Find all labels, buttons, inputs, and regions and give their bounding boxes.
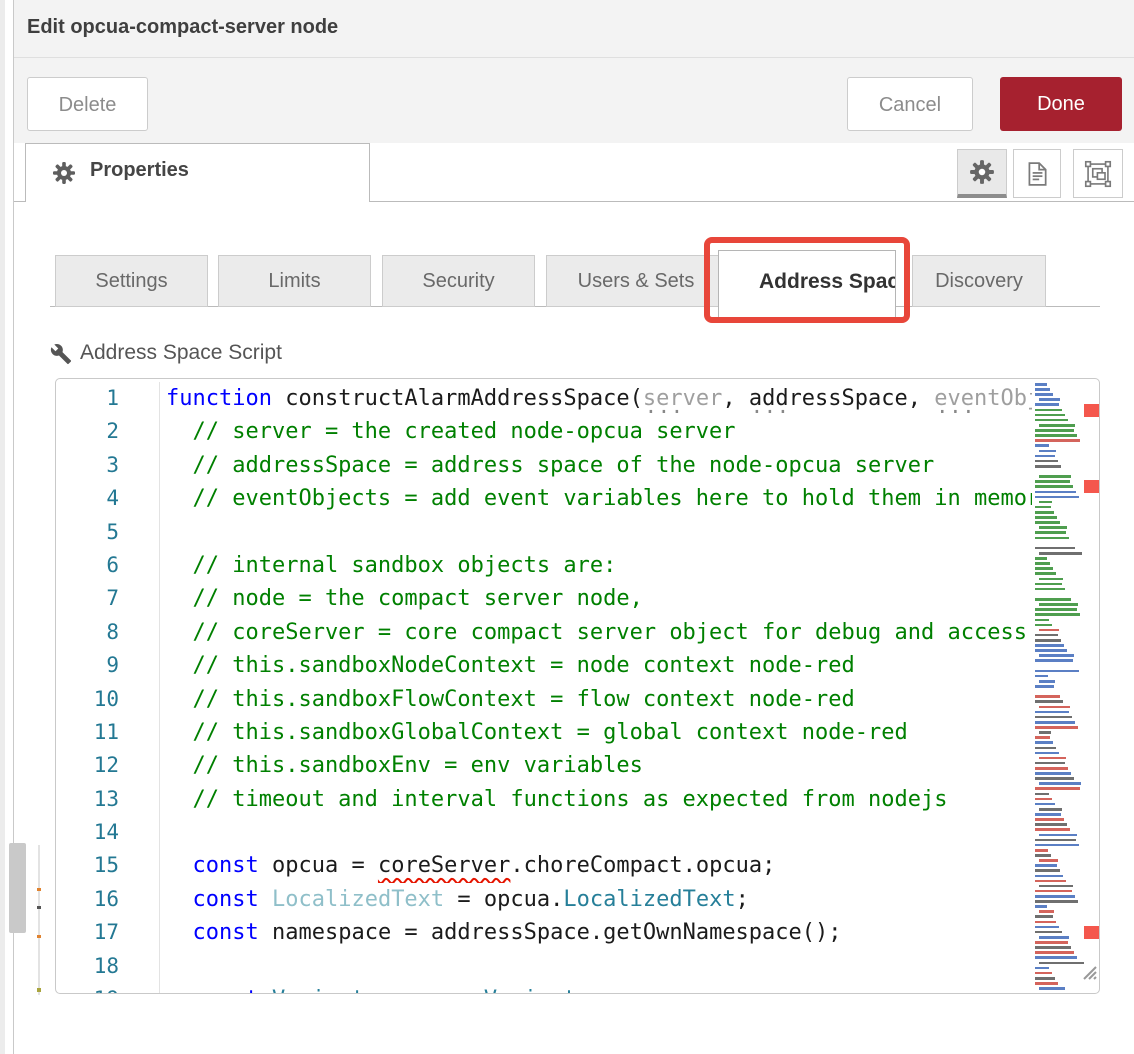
tab-discovery[interactable]: Discovery <box>912 255 1046 307</box>
appearance-icon-button[interactable] <box>1073 149 1123 198</box>
code-line[interactable]: 4 // eventObjects = add event variables … <box>56 482 1100 515</box>
code-line[interactable]: 7 // node = the compact server node, <box>56 582 1100 615</box>
code-line[interactable]: 8 // coreServer = core compact server ob… <box>56 616 1100 649</box>
cancel-button[interactable]: Cancel <box>847 77 973 131</box>
tray-scrollbar-thumb[interactable] <box>9 843 26 933</box>
delete-button[interactable]: Delete <box>27 77 148 131</box>
section-title: Address Space Script <box>80 341 282 365</box>
content-bottom-space <box>14 995 1134 1054</box>
done-button[interactable]: Done <box>1000 77 1122 131</box>
code-line[interactable]: 5 <box>56 516 1100 549</box>
minimap[interactable] <box>1033 381 1079 991</box>
code-line[interactable]: 10 // this.sandboxFlowContext = flow con… <box>56 683 1100 716</box>
code-line[interactable]: 12 // this.sandboxEnv = env variables <box>56 749 1100 782</box>
properties-icon-button[interactable] <box>957 149 1007 198</box>
code-line[interactable]: 11 // this.sandboxGlobalContext = global… <box>56 716 1100 749</box>
document-icon <box>1024 161 1050 187</box>
code-line[interactable]: 19 const Variant = opcua.Variant; <box>56 983 1100 994</box>
error-marker <box>1084 480 1099 493</box>
code-editor[interactable]: 1function constructAlarmAddressSpace(ser… <box>55 378 1100 994</box>
object-group-icon <box>1084 160 1112 188</box>
dialog-toolbar: Delete Cancel Done <box>14 58 1134 144</box>
wrench-icon <box>50 343 72 365</box>
description-icon-button[interactable] <box>1013 149 1061 198</box>
editor-type-tabs: Properties <box>14 143 1134 202</box>
code-line[interactable]: 9 // this.sandboxNodeContext = node cont… <box>56 649 1100 682</box>
code-line[interactable]: 3 // addressSpace = address space of the… <box>56 449 1100 482</box>
code-line[interactable]: 2 // server = the created node-opcua ser… <box>56 415 1100 448</box>
edit-node-dialog: Edit opcua-compact-server node Delete Ca… <box>0 0 1134 1054</box>
code-line[interactable]: 13 // timeout and interval functions as … <box>56 783 1100 816</box>
left-ruler <box>38 845 40 1005</box>
tab-users-sets[interactable]: Users & Sets <box>546 255 726 307</box>
resize-grip[interactable] <box>1080 963 1098 981</box>
tab-address-space[interactable]: Address Space <box>718 250 896 320</box>
code-line[interactable]: 1function constructAlarmAddressSpace(ser… <box>56 382 1100 415</box>
code-line[interactable]: 15 const opcua = coreServer.choreCompact… <box>56 849 1100 882</box>
gear-icon <box>52 161 76 185</box>
tab-properties[interactable]: Properties <box>25 143 370 202</box>
code-line[interactable]: 17 const namespace = addressSpace.getOwn… <box>56 916 1100 949</box>
code-line[interactable]: 6 // internal sandbox objects are: <box>56 549 1100 582</box>
tab-security[interactable]: Security <box>382 255 535 307</box>
tab-settings[interactable]: Settings <box>55 255 208 307</box>
code-line[interactable]: 18 <box>56 950 1100 983</box>
properties-tab-label: Properties <box>90 159 189 182</box>
dialog-header: Edit opcua-compact-server node <box>14 0 1134 58</box>
error-marker <box>1084 404 1099 417</box>
workspace-edge <box>0 0 5 1054</box>
code-line[interactable]: 16 const LocalizedText = opcua.Localized… <box>56 883 1100 916</box>
gear-icon <box>969 159 995 185</box>
error-marker <box>1084 926 1099 939</box>
tab-limits[interactable]: Limits <box>218 255 371 307</box>
dialog-title: Edit opcua-compact-server node <box>27 16 338 39</box>
code-lines[interactable]: 1function constructAlarmAddressSpace(ser… <box>56 382 1100 994</box>
code-line[interactable]: 14 <box>56 816 1100 849</box>
